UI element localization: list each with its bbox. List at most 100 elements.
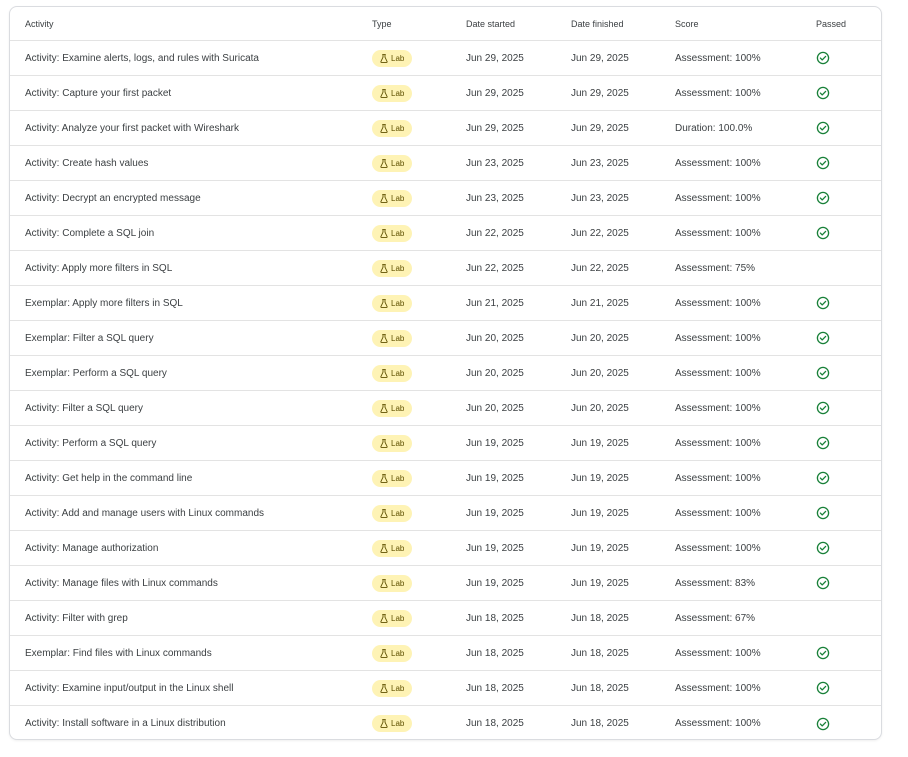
lab-badge: Lab (372, 329, 413, 347)
table-row[interactable]: Activity: Add and manage users with Linu… (10, 496, 881, 531)
flask-icon (380, 508, 388, 518)
table-row[interactable]: Activity: Get help in the command line La… (10, 461, 881, 496)
flask-icon (380, 228, 388, 238)
table-row[interactable]: Activity: Perform a SQL query Lab Jun 19, … (10, 426, 881, 461)
lab-badge: Lab (372, 294, 413, 312)
type-cell: Lab (372, 601, 413, 635)
table-row[interactable]: Activity: Filter a SQL query Lab Jun 20, 2… (10, 391, 881, 426)
activity-name[interactable]: Activity: Add and manage users with Linu… (25, 496, 264, 530)
lab-badge: Lab (372, 609, 413, 627)
column-header-date-finished: Date finished (571, 18, 624, 29)
check-circle-icon (816, 681, 830, 695)
date-finished: Jun 18, 2025 (571, 718, 629, 729)
score: Assessment: 83% (675, 577, 756, 589)
flask-icon (380, 193, 388, 203)
date-started: Jun 22, 2025 (466, 262, 524, 274)
date-started: Jun 29, 2025 (466, 52, 524, 64)
table-row[interactable]: Activity: Apply more filters in SQL Lab Ju… (10, 251, 881, 286)
type-cell: Lab (372, 636, 413, 670)
activity-name[interactable]: Activity: Apply more filters in SQL (25, 251, 172, 285)
type-label: Lab (391, 648, 405, 658)
score: Assessment: 100% (675, 87, 761, 99)
flask-icon (380, 263, 388, 273)
activity-name[interactable]: Activity: Capture your first packet (25, 76, 171, 110)
table-row[interactable]: Activity: Manage authorization Lab Jun 19,… (10, 531, 881, 566)
activity-name[interactable]: Activity: Perform a SQL query (25, 426, 156, 460)
type-cell: Lab (372, 321, 413, 355)
flask-icon (380, 333, 388, 343)
activity-name[interactable]: Activity: Install software in a Linux di… (25, 706, 226, 739)
table-row[interactable]: Activity: Examine input/output in the Li… (10, 671, 881, 706)
check-circle-icon (816, 296, 830, 310)
column-header-activity: Activity (25, 18, 54, 29)
flask-icon (380, 158, 388, 168)
score: Assessment: 100% (675, 402, 761, 414)
activity-name[interactable]: Activity: Filter with grep (25, 601, 128, 635)
table-row[interactable]: Activity: Filter with grep Lab Jun 18, 202… (10, 601, 881, 636)
table-row[interactable]: Exemplar: Apply more filters in SQL Lab Ju… (10, 286, 881, 321)
type-cell: Lab (372, 216, 413, 250)
date-finished: Jun 19, 2025 (571, 437, 629, 449)
score: Assessment: 100% (675, 437, 761, 449)
activity-name[interactable]: Activity: Get help in the command line (25, 461, 192, 495)
check-circle-icon (816, 646, 830, 660)
lab-badge: Lab (372, 644, 413, 662)
type-cell: Lab (372, 531, 413, 565)
table-row[interactable]: Activity: Decrypt an encrypted message La… (10, 181, 881, 216)
activity-name[interactable]: Activity: Analyze your first packet with… (25, 111, 239, 145)
activity-name[interactable]: Exemplar: Apply more filters in SQL (25, 286, 183, 320)
check-circle-icon (816, 86, 830, 100)
type-cell: Lab (372, 111, 413, 145)
table-row[interactable]: Activity: Examine alerts, logs, and rule… (10, 41, 881, 76)
check-circle-icon (816, 156, 830, 170)
passed-cell (816, 111, 830, 145)
activity-name[interactable]: Activity: Examine alerts, logs, and rule… (25, 41, 259, 75)
flask-icon (380, 683, 388, 693)
date-started: Jun 20, 2025 (466, 402, 524, 414)
date-started: Jun 19, 2025 (466, 542, 524, 554)
activity-name[interactable]: Activity: Create hash values (25, 146, 148, 180)
type-label: Lab (391, 473, 405, 483)
date-started: Jun 18, 2025 (466, 612, 524, 624)
activity-name[interactable]: Activity: Complete a SQL join (25, 216, 154, 250)
activity-name[interactable]: Activity: Manage authorization (25, 531, 158, 565)
column-header-type: Type (372, 18, 392, 29)
date-finished: Jun 29, 2025 (571, 122, 629, 134)
score: Assessment: 100% (675, 472, 761, 484)
type-cell: Lab (372, 706, 413, 739)
activity-name[interactable]: Activity: Manage files with Linux comman… (25, 566, 218, 600)
lab-badge: Lab (372, 399, 413, 417)
activity-name[interactable]: Exemplar: Perform a SQL query (25, 356, 167, 390)
lab-badge: Lab (372, 259, 413, 277)
date-started: Jun 29, 2025 (466, 87, 524, 99)
activity-name[interactable]: Activity: Examine input/output in the Li… (25, 671, 233, 705)
passed-cell (816, 321, 830, 355)
date-started: Jun 20, 2025 (466, 332, 524, 344)
type-label: Lab (391, 719, 405, 728)
date-finished: Jun 21, 2025 (571, 297, 629, 309)
table-row[interactable]: Exemplar: Find files with Linux commands… (10, 636, 881, 671)
table-row[interactable]: Exemplar: Filter a SQL query Lab Jun 20, 2… (10, 321, 881, 356)
table-row[interactable]: Exemplar: Perform a SQL query Lab Jun 20, … (10, 356, 881, 391)
table-row[interactable]: Activity: Manage files with Linux comman… (10, 566, 881, 601)
check-circle-icon (816, 191, 830, 205)
table-row[interactable]: Activity: Install software in a Linux di… (10, 706, 881, 739)
lab-badge: Lab (372, 504, 413, 522)
type-label: Lab (391, 578, 405, 588)
activity-name[interactable]: Exemplar: Find files with Linux commands (25, 636, 212, 670)
type-label: Lab (391, 228, 405, 238)
table-row[interactable]: Activity: Analyze your first packet with… (10, 111, 881, 146)
activity-name[interactable]: Exemplar: Filter a SQL query (25, 321, 154, 355)
table-row[interactable]: Activity: Capture your first packet Lab Ju… (10, 76, 881, 111)
table-row[interactable]: Activity: Complete a SQL join Lab Jun 22, … (10, 216, 881, 251)
activity-name[interactable]: Activity: Decrypt an encrypted message (25, 181, 201, 215)
activity-name[interactable]: Activity: Filter a SQL query (25, 391, 143, 425)
score: Duration: 100.0% (675, 122, 753, 134)
date-finished: Jun 20, 2025 (571, 332, 629, 344)
table-row[interactable]: Activity: Create hash values Lab Jun 23, 2… (10, 146, 881, 181)
lab-badge: Lab (372, 434, 413, 452)
date-started: Jun 19, 2025 (466, 437, 524, 449)
type-label: Lab (391, 53, 405, 63)
type-label: Lab (391, 193, 405, 203)
score: Assessment: 100% (675, 192, 761, 204)
